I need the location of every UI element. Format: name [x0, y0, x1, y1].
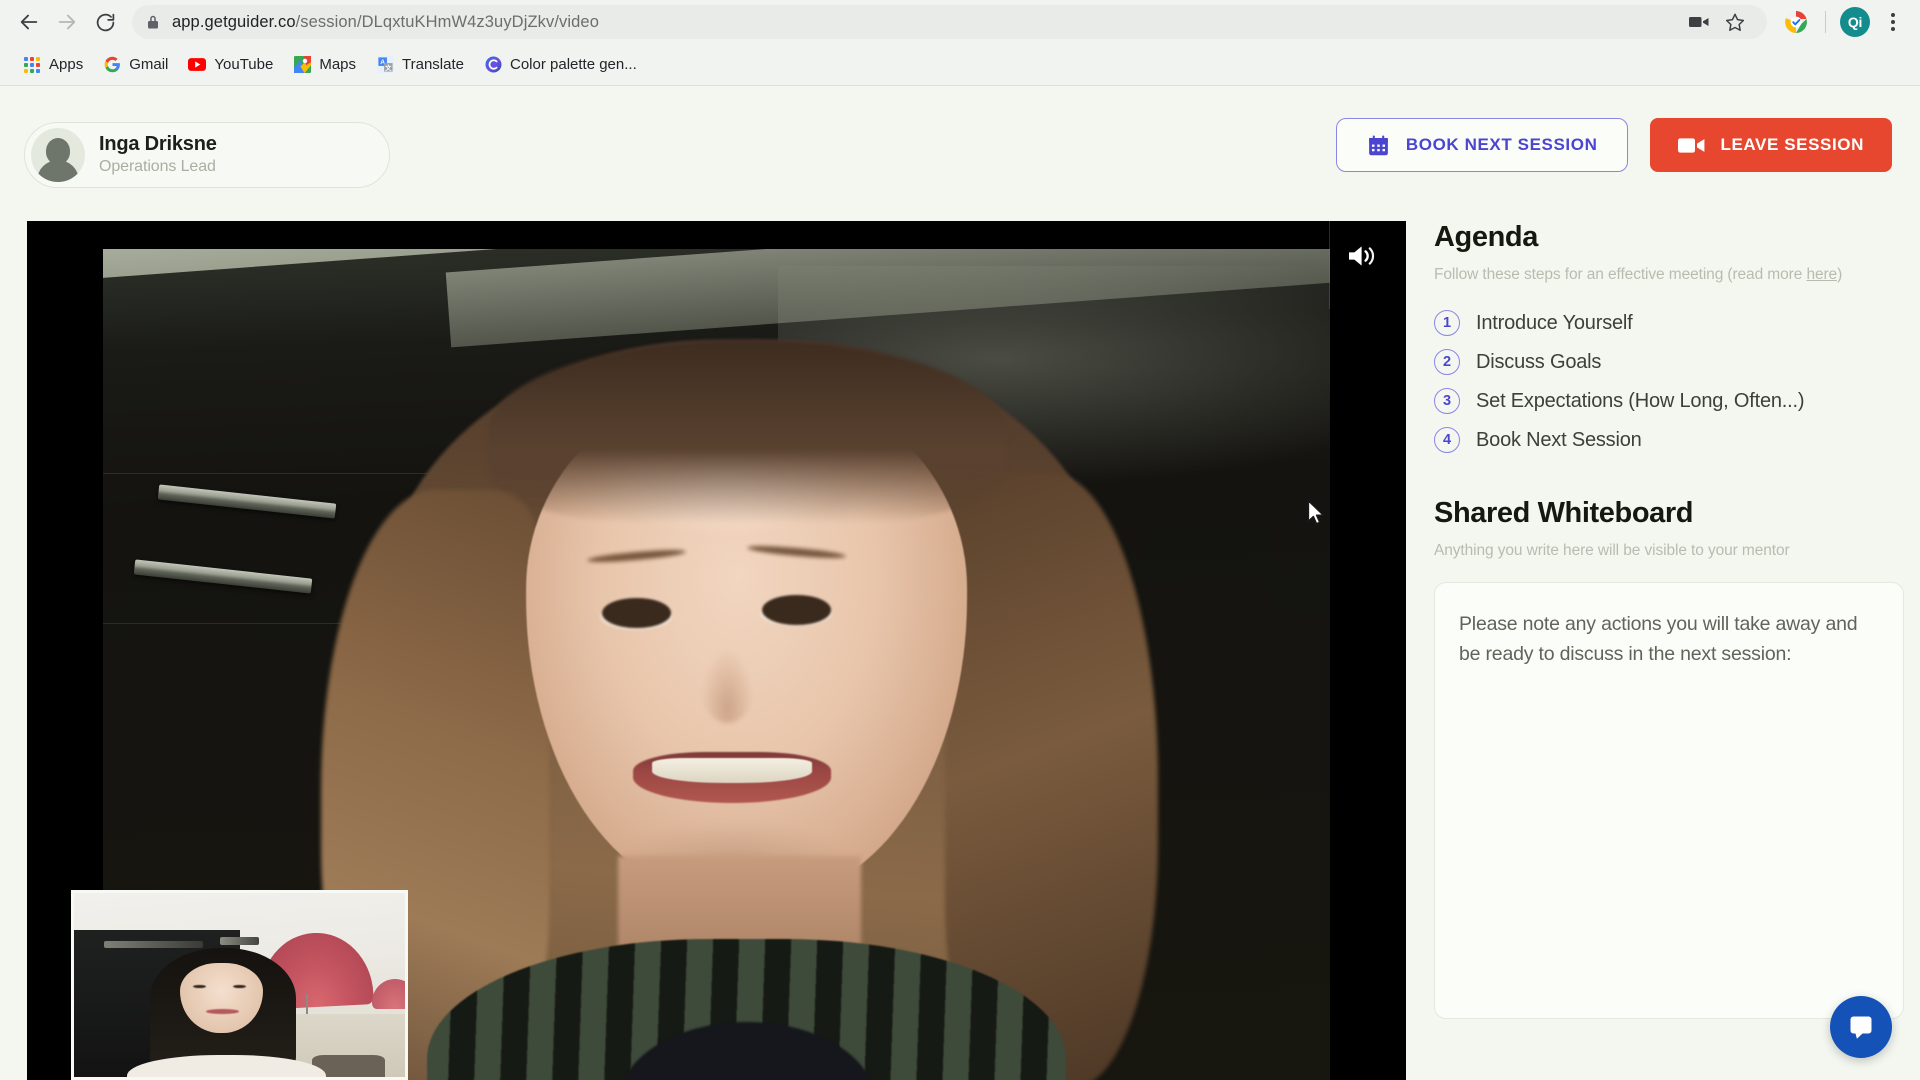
agenda-number: 1 — [1434, 310, 1460, 336]
reload-button[interactable] — [86, 3, 124, 41]
lock-icon — [146, 14, 160, 30]
agenda-item-2[interactable]: 2 Discuss Goals — [1434, 349, 1904, 375]
agenda-number: 3 — [1434, 388, 1460, 414]
bookmark-label: Translate — [402, 56, 464, 73]
agenda-title: Agenda — [1434, 221, 1538, 253]
video-camera-icon — [1678, 136, 1705, 155]
whiteboard-subtitle: Anything you write here will be visible … — [1434, 542, 1790, 559]
whiteboard-section: Shared Whiteboard Anything you write her… — [1434, 497, 1904, 1024]
guider-session-page: Inga Driksne Operations Lead BOOK NEXT S… — [0, 86, 1920, 1080]
participant-role: Operations Lead — [99, 158, 216, 176]
color-palette-icon — [484, 56, 502, 74]
gmail-icon — [103, 56, 121, 74]
agenda-subtitle: Follow these steps for an effective meet… — [1434, 266, 1904, 284]
agenda-item-1[interactable]: 1 Introduce Yourself — [1434, 310, 1904, 336]
toolbar-divider — [1825, 11, 1826, 33]
participant-name: Inga Driksne — [99, 133, 217, 156]
agenda-number: 2 — [1434, 349, 1460, 375]
bookmark-maps[interactable]: Maps — [284, 50, 365, 80]
chrome-menu-icon[interactable] — [1876, 3, 1910, 41]
book-next-session-button[interactable]: BOOK NEXT SESSION — [1335, 118, 1629, 172]
bookmark-label: YouTube — [214, 56, 274, 73]
agenda-read-more-link[interactable]: here — [1806, 266, 1837, 283]
session-sidebar: Agenda Follow these steps for an effecti… — [1434, 221, 1904, 1080]
bookmark-star-icon[interactable] — [1717, 4, 1753, 40]
profile-avatar-button[interactable]: Qi — [1836, 3, 1874, 41]
agenda-label: Set Expectations (How Long, Often...) — [1476, 389, 1805, 412]
whiteboard-title: Shared Whiteboard — [1434, 497, 1694, 529]
avatar — [31, 128, 85, 182]
extension-icon[interactable] — [1777, 3, 1815, 41]
bookmark-label: Maps — [319, 56, 357, 73]
bookmark-apps[interactable]: Apps — [14, 50, 92, 80]
browser-toolbar: app.getguider.co/session/DLqxtuKHmW4z3uy… — [0, 0, 1920, 44]
agenda-subtitle-tail: ) — [1837, 266, 1843, 283]
url-path: /session/DLqxtuKHmW4z3uyDjZkv/video — [295, 12, 599, 31]
bookmark-label: Color palette gen... — [510, 56, 637, 73]
session-header: Inga Driksne Operations Lead BOOK NEXT S… — [0, 86, 1920, 218]
agenda-section: Agenda Follow these steps for an effecti… — [1434, 221, 1904, 453]
bookmark-translate[interactable]: A 文 Translate — [367, 50, 473, 80]
maps-icon — [293, 56, 311, 74]
browser-chrome: app.getguider.co/session/DLqxtuKHmW4z3uy… — [0, 0, 1920, 86]
video-stage[interactable] — [27, 221, 1406, 1080]
header-actions: BOOK NEXT SESSION LEAVE SESSION — [1335, 118, 1892, 172]
speaker-volume-icon[interactable] — [1342, 236, 1384, 276]
leave-session-label: LEAVE SESSION — [1720, 135, 1864, 154]
youtube-icon — [188, 56, 207, 74]
forward-button[interactable] — [48, 3, 86, 41]
agenda-label: Discuss Goals — [1476, 350, 1602, 373]
calendar-icon — [1367, 134, 1390, 157]
leave-session-button[interactable]: LEAVE SESSION — [1650, 118, 1892, 172]
profile-initials[interactable]: Qi — [1840, 7, 1870, 37]
url-origin: app.getguider.co — [172, 12, 296, 31]
chat-bubble-icon — [1846, 1012, 1876, 1042]
agenda-list: 1 Introduce Yourself 2 Discuss Goals 3 S… — [1434, 310, 1904, 453]
agenda-item-3[interactable]: 3 Set Expectations (How Long, Often...) — [1434, 388, 1904, 414]
back-button[interactable] — [10, 3, 48, 41]
agenda-subtitle-text: Follow these steps for an effective meet… — [1434, 266, 1807, 283]
bookmark-label: Gmail — [129, 56, 169, 73]
bookmark-gmail[interactable]: Gmail — [94, 50, 177, 80]
agenda-item-4[interactable]: 4 Book Next Session — [1434, 427, 1904, 453]
bookmarks-bar: Apps Gmail YouTube Maps A 文 Translate Co… — [0, 44, 1920, 86]
bookmark-color-palette[interactable]: Color palette gen... — [475, 50, 646, 80]
apps-grid-icon — [23, 56, 41, 74]
address-bar[interactable]: app.getguider.co/session/DLqxtuKHmW4z3uy… — [132, 5, 1767, 39]
whiteboard-textarea[interactable] — [1434, 582, 1904, 1019]
chat-launcher-button[interactable] — [1830, 996, 1892, 1058]
video-subject — [320, 291, 1158, 1080]
url-text: app.getguider.co/session/DLqxtuKHmW4z3uy… — [172, 13, 599, 32]
self-video-stream[interactable] — [71, 890, 408, 1080]
bookmark-label: Apps — [49, 56, 84, 73]
media-device-icon[interactable] — [1681, 4, 1717, 40]
translate-icon: A 文 — [376, 56, 394, 74]
bookmark-youtube[interactable]: YouTube — [179, 50, 282, 80]
svg-text:文: 文 — [385, 63, 392, 72]
video-letterbox-seam — [1329, 221, 1330, 309]
participant-chip[interactable]: Inga Driksne Operations Lead — [24, 122, 390, 188]
agenda-number: 4 — [1434, 427, 1460, 453]
agenda-label: Introduce Yourself — [1476, 311, 1633, 334]
agenda-label: Book Next Session — [1476, 428, 1642, 451]
book-next-session-label: BOOK NEXT SESSION — [1405, 135, 1598, 154]
